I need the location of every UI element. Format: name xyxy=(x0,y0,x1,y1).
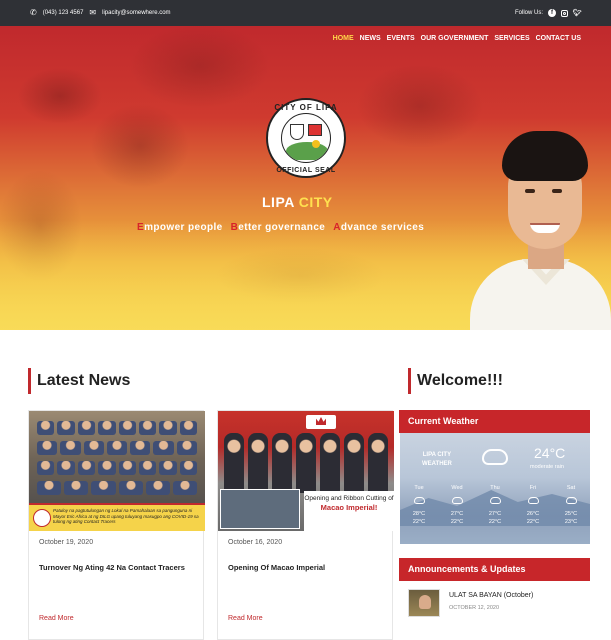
announcement-title[interactable]: ULAT SA BAYAN (October) xyxy=(449,592,533,599)
city-seal-logo[interactable]: CITY OF LIPA OFFICIAL SEAL xyxy=(266,98,346,178)
tagline-empower: Empower people xyxy=(137,222,223,233)
forecast-day: Sat 25°C 23°C xyxy=(564,485,578,525)
nav-home[interactable]: HOME xyxy=(333,35,354,42)
cloud-icon xyxy=(413,497,425,504)
cloud-icon xyxy=(489,497,501,504)
welcome-heading: Welcome!!! xyxy=(408,368,503,394)
macao-logo xyxy=(306,415,336,429)
forecast-day: Thu 27°C 22°C xyxy=(488,485,502,525)
image-caption: Patuloy na pagtutulungan ng Lokal na Pam… xyxy=(53,508,199,524)
cloud-icon xyxy=(451,497,463,504)
cloud-icon xyxy=(482,449,508,465)
news-title[interactable]: Turnover Ng Ating 42 Na Contact Tracers xyxy=(39,562,195,574)
mayor-portrait xyxy=(470,131,611,330)
seal-top-text: CITY OF LIPA xyxy=(274,103,338,112)
news-card[interactable]: Opening and Ribbon Cutting of Macao Impe… xyxy=(217,410,394,640)
read-more-link[interactable]: Read More xyxy=(228,615,263,622)
image-caption: Opening and Ribbon Cutting of xyxy=(304,495,394,502)
cloud-icon xyxy=(565,497,577,504)
nav-news[interactable]: NEWS xyxy=(360,35,381,42)
image-caption-highlight: Macao Imperial! xyxy=(320,503,378,512)
phone-number[interactable]: (043) 123 4567 xyxy=(43,10,84,16)
news-image-macao-imperial[interactable]: Opening and Ribbon Cutting of Macao Impe… xyxy=(218,411,394,531)
news-title[interactable]: Opening Of Macao Imperial xyxy=(228,562,384,574)
hero-banner: HOME NEWS EVENTS OUR GOVERNMENT SERVICES… xyxy=(0,26,611,330)
current-temperature: 24°C xyxy=(534,445,566,461)
news-card[interactable]: Patuloy na pagtutulungan ng Lokal na Pam… xyxy=(28,410,205,640)
facebook-icon[interactable]: f xyxy=(548,9,556,17)
announcement-thumbnail[interactable] xyxy=(408,589,440,617)
nav-services[interactable]: SERVICES xyxy=(494,35,529,42)
city-seal-small-icon xyxy=(33,509,51,527)
forecast-day: Fri 26°C 22°C xyxy=(526,485,540,525)
forecast-day: Tue 28°C 22°C xyxy=(412,485,426,525)
contact-info: ✆ (043) 123 4567 ✉ lipacity@somewhere.co… xyxy=(30,8,171,17)
instagram-icon[interactable] xyxy=(561,9,568,17)
seal-bottom-text: OFFICIAL SEAL xyxy=(276,167,336,174)
weather-location: LIPA CITY WEATHER xyxy=(422,452,452,467)
announcement-date: OCTOBER 12, 2020 xyxy=(449,605,500,611)
current-weather-header: Current Weather xyxy=(399,410,590,433)
announcements-header: Announcements & Updates xyxy=(399,558,590,581)
forecast-day: Wed 27°C 22°C xyxy=(450,485,464,525)
weather-condition: moderate rain xyxy=(530,464,564,470)
read-more-link[interactable]: Read More xyxy=(39,615,74,622)
nav-our-government[interactable]: OUR GOVERNMENT xyxy=(421,35,489,42)
latest-news-heading: Latest News xyxy=(28,368,130,394)
phone-icon: ✆ xyxy=(30,8,37,17)
cloud-icon xyxy=(527,497,539,504)
main-nav: HOME NEWS EVENTS OUR GOVERNMENT SERVICES… xyxy=(333,35,581,42)
nav-contact-us[interactable]: CONTACT US xyxy=(536,35,581,42)
weather-widget[interactable]: LIPA CITY WEATHER 24°C moderate rain Tue… xyxy=(400,433,590,544)
city-name: LIPA CITY xyxy=(262,194,333,210)
forecast-days: Tue 28°C 22°C Wed 27°C 22°C Thu 27°C 22°C F… xyxy=(400,485,590,526)
twitter-icon[interactable]: 🐦︎ xyxy=(573,9,582,17)
city-tagline: Empower people Better governance Advance… xyxy=(137,222,424,233)
nav-events[interactable]: EVENTS xyxy=(387,35,415,42)
top-bar: ✆ (043) 123 4567 ✉ lipacity@somewhere.co… xyxy=(0,0,611,26)
tagline-better: Better governance xyxy=(230,222,326,233)
news-date: October 19, 2020 xyxy=(39,539,94,546)
follow-label: Follow Us: xyxy=(514,10,543,16)
tagline-advance: Advance services xyxy=(333,222,425,233)
announcement-item[interactable]: ULAT SA BAYAN (October) OCTOBER 12, 2020 xyxy=(399,581,590,624)
email-icon: ✉ xyxy=(89,8,97,17)
news-date: October 16, 2020 xyxy=(228,539,283,546)
social-links: Follow Us: f 🐦︎ xyxy=(515,9,581,17)
news-image-contact-tracers[interactable]: Patuloy na pagtutulungan ng Lokal na Pam… xyxy=(29,411,205,531)
email-address[interactable]: lipacity@somewhere.com xyxy=(102,10,170,16)
